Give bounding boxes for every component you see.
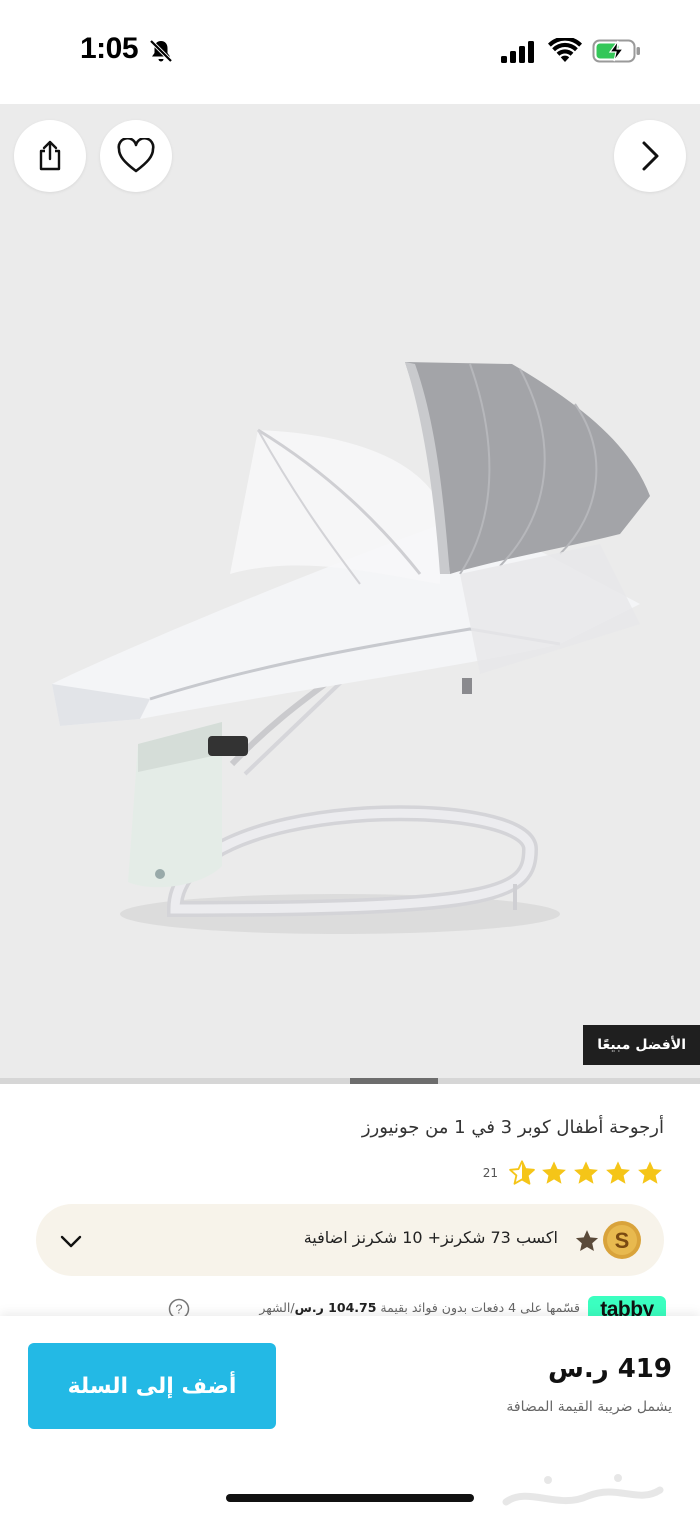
product-price: 419 ر.س [547,1354,672,1384]
svg-text:S: S [615,1228,630,1253]
shukran-star-icon [575,1230,599,1251]
star-half-icon [509,1160,535,1185]
bell-slash-icon [149,39,173,63]
next-image-button[interactable] [614,120,686,192]
star-full-icon [606,1161,630,1184]
tabby-text: قسّمها على 4 دفعات بدون فوائد بقيمة 104.… [259,1300,580,1315]
cellular-signal-icon [501,41,534,63]
product-image[interactable] [0,104,700,1078]
chevron-right-icon [642,141,659,171]
rating-count: 21 [482,1166,498,1180]
shukran-coin-icon: S [603,1221,641,1259]
share-icon [39,140,61,171]
shukran-text: اكسب 73 شكرنز+ 10 شكرنز اضافية [303,1228,558,1247]
add-to-cart-button[interactable]: أضف إلى السلة [28,1343,276,1429]
bottom-purchase-bar: أضف إلى السلة 419 ر.س يشمل ضريبة القيمة … [0,1316,700,1518]
shukran-rewards-bar[interactable]: S اكسب 73 شكرنز+ 10 شكرنز اضافية [36,1204,664,1276]
heart-icon [117,138,155,173]
share-button[interactable] [14,120,86,192]
star-full-icon [638,1161,662,1184]
vat-note: يشمل ضريبة القيمة المضافة [506,1399,672,1415]
wifi-icon [548,38,582,62]
product-gallery[interactable]: الأفضل مبيعًا [0,104,700,1078]
svg-text:?: ? [175,1302,182,1317]
rating-row[interactable]: 21 [483,1158,664,1188]
best-seller-badge: الأفضل مبيعًا [583,1025,700,1065]
battery-charging-icon [592,39,640,63]
star-full-icon [574,1161,598,1184]
chevron-down-icon[interactable] [58,1228,84,1254]
status-bar: 1:05 [0,0,700,104]
tabby-amount: 104.75 ر.س [294,1300,377,1315]
status-time: 1:05 [80,32,139,65]
star-full-icon [542,1161,566,1184]
product-title: أرجوحة أطفال كوبر 3 في 1 من جونيورز [361,1117,664,1138]
watermark-logo [502,1474,664,1506]
gallery-progress-indicator [350,1078,438,1084]
home-indicator[interactable] [226,1494,474,1502]
favorite-button[interactable] [100,120,172,192]
gallery-progress-bar [0,1078,700,1084]
